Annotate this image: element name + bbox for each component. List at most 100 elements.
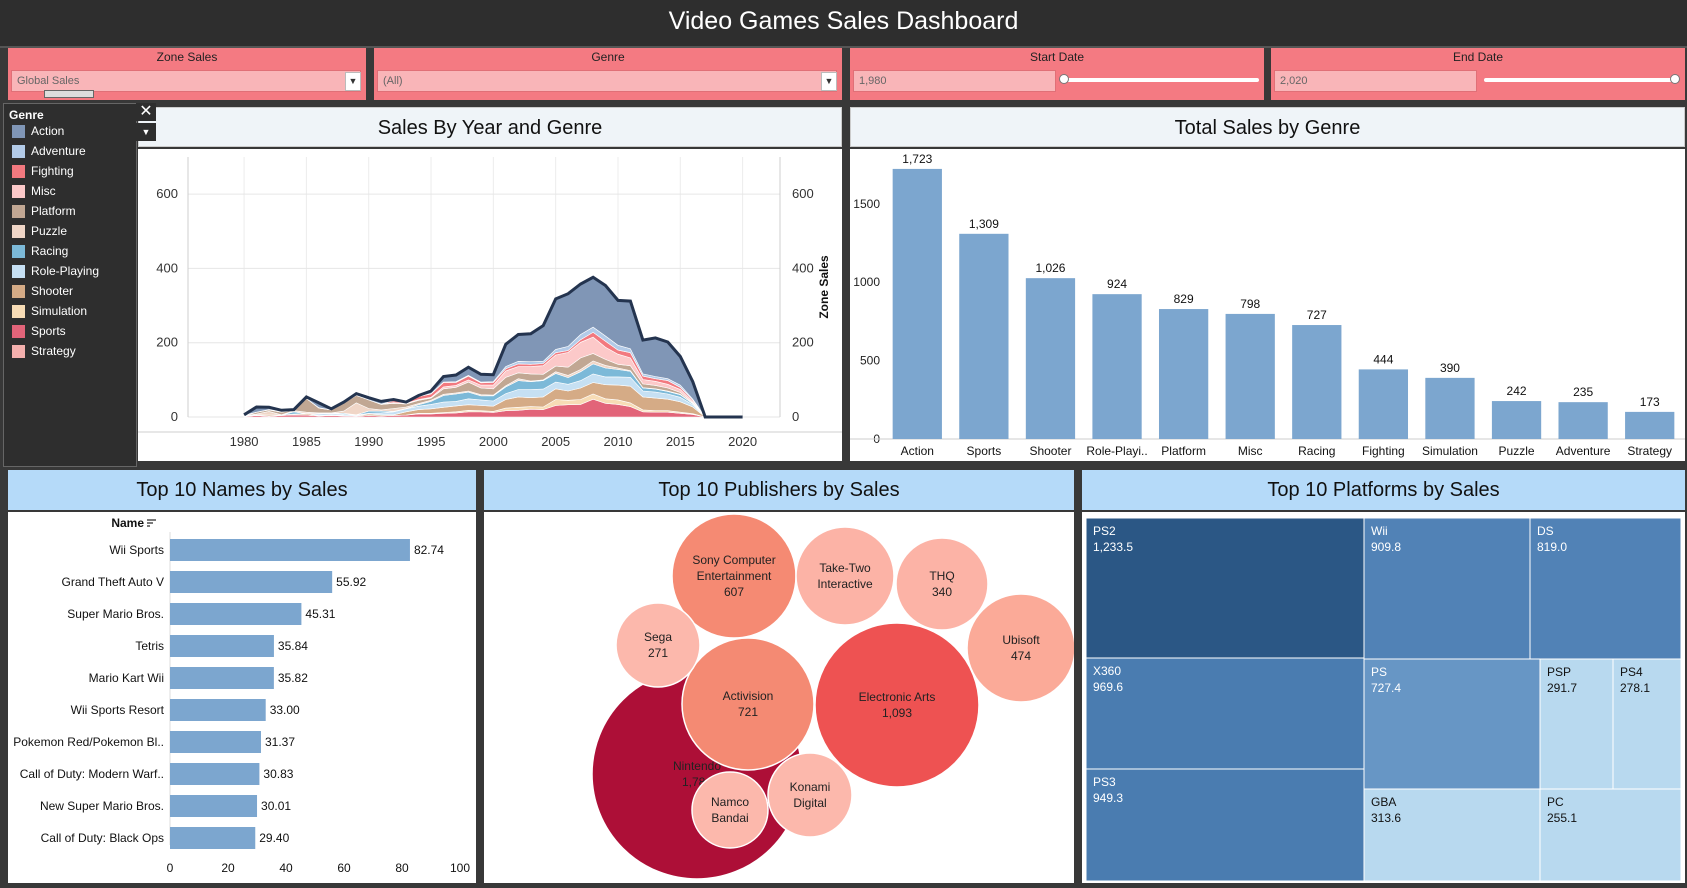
bubble-sega: [615, 602, 701, 688]
zone-sales-select[interactable]: Global Sales: [11, 70, 361, 92]
treemap-value-label: 291.7: [1547, 681, 1577, 695]
legend-swatch: [12, 205, 25, 218]
x-tick-label: 2020: [728, 434, 757, 449]
area-chart: 1980 1985 1990 1995 2000 2005 2010 2015 2020 0 0 20…: [138, 157, 842, 449]
dashboard-title: Video Games Sales Dashboard: [668, 7, 1019, 35]
bar-mario-kart-wii: [170, 667, 274, 689]
y-tick-label: Mario Kart Wii: [89, 671, 164, 685]
treemap-name-label: PS3: [1093, 775, 1116, 789]
legend-label: Adventure: [31, 144, 86, 158]
legend-label: Action: [31, 124, 65, 138]
treemap-value-label: 278.1: [1620, 681, 1650, 695]
names-bar-panel: Name Wii Sports 82.74 Grand Theft Auto V 55.…: [8, 512, 476, 883]
bar-value-label: 727: [1307, 308, 1327, 322]
bar-new-super-mario-bros: [170, 795, 258, 817]
bar-role-playi: [1092, 294, 1142, 439]
x-tick-label: 0: [167, 861, 174, 875]
panel-title-publishers: Top 10 Publishers by Sales: [484, 470, 1074, 510]
y-tick-label: 400: [156, 260, 178, 275]
resize-handle[interactable]: [44, 90, 94, 98]
legend-swatch: [12, 125, 25, 138]
bar-sports: [959, 233, 1009, 439]
treemap-name-label: Wii: [1371, 524, 1388, 538]
y-tick-label: Super Mario Bros.: [67, 607, 164, 621]
treemap-value-label: 969.6: [1093, 680, 1123, 694]
bubble-name-label: Interactive: [817, 577, 873, 591]
bar-value-label: 1,723: [902, 152, 932, 166]
bar-value-label: 390: [1440, 361, 1460, 375]
bubble-name-label: Bandai: [711, 811, 748, 825]
bar-puzzle: [1491, 401, 1542, 439]
bar-wii-sports-resort: [170, 699, 266, 721]
legend-swatch: [12, 265, 25, 278]
x-tick-label: Adventure: [1556, 444, 1611, 458]
end-date-label: End Date: [1452, 50, 1504, 64]
bubble-value-label: 721: [738, 705, 758, 719]
y-tick-label: Pokemon Red/Pokemon Bl..: [13, 735, 164, 749]
bar-value-label: 235: [1573, 385, 1593, 399]
end-date-slider-track[interactable]: [1484, 78, 1676, 82]
bubble-thq: [895, 537, 989, 631]
bubble-value-label: 271: [648, 646, 668, 660]
x-tick-label: 100: [450, 861, 470, 875]
start-date-input[interactable]: 1,980: [853, 70, 1056, 92]
x-tick-label: 80: [395, 861, 409, 875]
bar-value-label: 924: [1107, 277, 1127, 291]
panel-title-names: Top 10 Names by Sales: [8, 470, 476, 510]
bubble-name-label: Electronic Arts: [859, 690, 936, 704]
genre-bar-chart: 0500100015001,723Action1,309Sports1,026S…: [850, 152, 1685, 458]
end-date-input[interactable]: 2,020: [1274, 70, 1477, 92]
treemap-name-label: DS: [1537, 524, 1554, 538]
menu-dropdown-icon[interactable]: ▼: [136, 123, 156, 141]
legend-swatch: [12, 285, 25, 298]
x-tick-label: Strategy: [1627, 444, 1672, 458]
bar-wii-sports: [170, 539, 410, 561]
genre-select[interactable]: (All): [377, 70, 837, 92]
bar-value-label: 242: [1507, 384, 1527, 398]
x-tick-label: Simulation: [1422, 444, 1478, 458]
start-date-slider-handle[interactable]: [1059, 74, 1069, 84]
y-tick-label: 0: [171, 409, 178, 424]
bubble-name-label: Digital: [793, 796, 826, 810]
start-date-slider-track[interactable]: [1063, 78, 1259, 82]
x-tick-label: 60: [337, 861, 351, 875]
bubble-konami-digital: [767, 752, 853, 838]
y-tick-label: Wii Sports: [109, 543, 164, 557]
legend-swatch: [12, 225, 25, 238]
treemap-value-label: 255.1: [1547, 811, 1577, 825]
treemap-name-label: PC: [1547, 795, 1564, 809]
y-axis-title: Zone Sales: [817, 255, 831, 319]
legend-label: Misc: [31, 184, 56, 198]
x-tick-label: Sports: [967, 444, 1002, 458]
genre-filter: Genre (All) ▼: [374, 48, 842, 100]
x-tick-label: 2005: [541, 434, 570, 449]
chevron-down-icon[interactable]: ▼: [345, 72, 361, 91]
end-date-slider-handle[interactable]: [1670, 74, 1680, 84]
title-bar: Video Games Sales Dashboard: [0, 0, 1687, 48]
x-tick-label: 1985: [292, 434, 321, 449]
publishers-bubble-chart: Nintendo1,784Electronic Arts1,093Activis…: [591, 513, 1076, 880]
bubble-name-label: Konami: [790, 780, 831, 794]
bar-action: [892, 168, 942, 439]
bar-tetris: [170, 635, 274, 657]
y-tick-label-right: 200: [792, 335, 814, 350]
y-tick-label: New Super Mario Bros.: [40, 799, 164, 813]
chevron-down-icon[interactable]: ▼: [821, 72, 837, 91]
x-tick-label: 2015: [666, 434, 695, 449]
y-tick-label-right: 0: [792, 409, 799, 424]
legend-swatch: [12, 305, 25, 318]
legend-swatch: [12, 145, 25, 158]
bar-shooter: [1025, 278, 1076, 439]
treemap-name-label: PS2: [1093, 524, 1116, 538]
bubble-value-label: 1,093: [882, 706, 912, 720]
area-chart-panel: 1980 1985 1990 1995 2000 2005 2010 2015 2020 0 0 20…: [138, 149, 842, 461]
bubble-ubisoft: [966, 593, 1076, 703]
close-icon[interactable]: ✕: [136, 103, 156, 121]
end-date-filter: End Date 2,020: [1271, 48, 1685, 100]
x-tick-label: Racing: [1298, 444, 1335, 458]
bar-value-label: 1,309: [969, 217, 999, 231]
legend-label: Platform: [31, 204, 76, 218]
legend-swatch: [12, 185, 25, 198]
treemap-name-label: X360: [1093, 664, 1121, 678]
y-tick-label-right: 400: [792, 260, 814, 275]
